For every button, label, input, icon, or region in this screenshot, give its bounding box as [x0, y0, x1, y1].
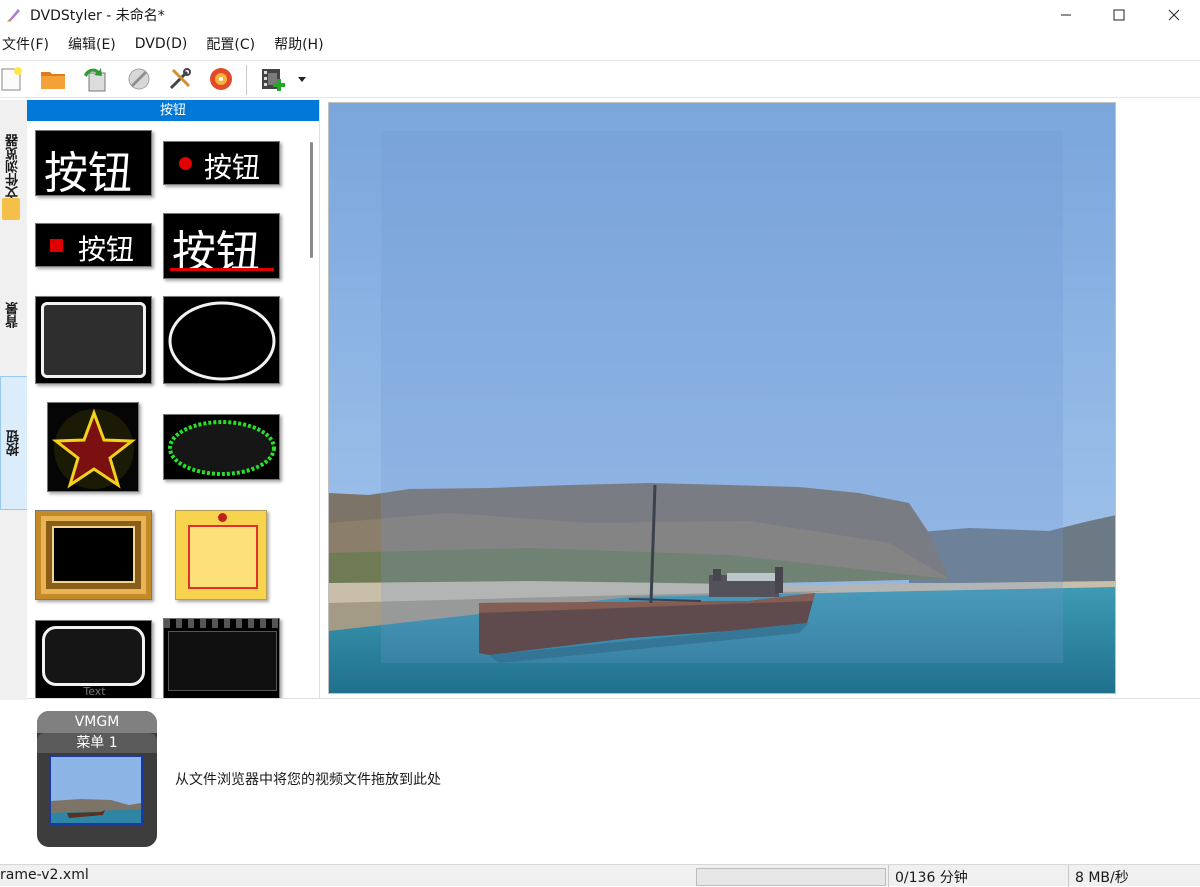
new-project-button[interactable] [0, 64, 26, 94]
button-style-green-ellipse[interactable] [163, 414, 280, 480]
menu-thumbnail-image [51, 757, 141, 823]
pin-icon [218, 513, 227, 522]
star-icon [51, 408, 137, 489]
menu-edit[interactable]: 编辑(E) [66, 34, 125, 54]
menu-file[interactable]: 文件(F) [0, 34, 58, 54]
button-style-text-large[interactable]: 按钮 [35, 130, 152, 196]
wizard-button[interactable] [124, 64, 154, 94]
button-style-label: 按钮 [204, 151, 261, 184]
rounded-box-frame [42, 626, 145, 686]
tab-file-browser-label: 文件浏览器 [6, 133, 21, 199]
open-folder-icon [41, 72, 65, 89]
drop-hint-text: 从文件浏览器中将您的视频文件拖放到此处 [175, 772, 441, 788]
vmgm-container: VMGM 菜单 1 [37, 711, 157, 847]
ellipse-frame-icon [168, 301, 276, 381]
menu-help[interactable]: 帮助(H) [272, 34, 332, 54]
button-style-rounded-rect[interactable] [35, 296, 152, 384]
button-style-sticky-note[interactable] [175, 510, 267, 600]
burn-disc-icon [210, 68, 232, 90]
add-video-button[interactable] [258, 64, 288, 94]
button-style-square-text[interactable]: 按钮 [35, 223, 152, 267]
status-separator [888, 865, 889, 887]
menu-canvas[interactable] [328, 102, 1116, 694]
burn-dvd-button[interactable] [206, 64, 236, 94]
window-title: DVDStyler - 未命名* [30, 8, 165, 24]
button-style-gold-frame[interactable] [35, 510, 152, 600]
status-progress-bar [696, 868, 886, 886]
settings-tools-icon [169, 68, 191, 90]
status-bitrate: 8 MB/秒 [1075, 870, 1129, 886]
status-file-name: rame-v2.xml [0, 867, 89, 883]
button-style-small-label: Text [83, 685, 106, 698]
maximize-button[interactable] [1093, 0, 1145, 30]
add-video-icon [262, 69, 285, 91]
status-separator [1068, 865, 1069, 887]
button-style-rounded-box-text[interactable]: Text [35, 620, 152, 698]
menu-1-thumbnail[interactable] [49, 755, 143, 825]
button-style-ellipse[interactable] [163, 296, 280, 384]
app-icon [7, 9, 20, 22]
close-button[interactable] [1148, 0, 1200, 30]
tab-buttons[interactable]: 按钮 [0, 376, 27, 510]
gold-frame-inner [52, 526, 135, 583]
status-disc-time: 0/136 分钟 [895, 870, 968, 886]
tab-buttons-label: 按钮 [6, 430, 22, 456]
sticky-note-frame [188, 525, 258, 589]
safe-area-overlay [381, 131, 1063, 663]
status-bar: rame-v2.xml 0/136 分钟 8 MB/秒 [0, 864, 1200, 887]
save-icon [84, 68, 106, 92]
film-perforation-top [164, 619, 279, 628]
green-ellipse-icon [168, 420, 276, 476]
button-style-dot-text[interactable]: 按钮 [163, 141, 280, 185]
button-style-label: 按钮 [78, 233, 135, 266]
dropdown-arrow-icon [298, 77, 306, 82]
minimize-icon [1061, 14, 1071, 16]
button-style-film-strip[interactable] [163, 618, 280, 698]
button-panel: 按钮 按钮 按钮 按钮 按钮 Text [27, 100, 320, 698]
open-project-button[interactable] [38, 64, 68, 94]
button-style-underline-text[interactable]: 按钮 [163, 213, 280, 279]
toolbar [0, 60, 1200, 98]
underline-bar [170, 268, 274, 271]
red-square-icon [50, 239, 63, 252]
menu-config[interactable]: 配置(C) [204, 34, 264, 54]
tab-background-label: 背景 [6, 302, 21, 328]
title-bar: DVDStyler - 未命名* [0, 0, 1200, 30]
tab-background[interactable]: 背景 [0, 260, 27, 370]
toolbar-separator [246, 65, 247, 95]
vmgm-label: VMGM [37, 711, 157, 733]
settings-button[interactable] [165, 64, 195, 94]
titleset-area: VMGM 菜单 1 从文件浏览器中将您的视频文件拖放到此处 [27, 698, 1200, 864]
button-style-label: 按钮 [44, 148, 132, 196]
button-style-star[interactable] [47, 402, 139, 492]
minimize-button[interactable] [1040, 0, 1092, 30]
add-video-dropdown[interactable] [292, 64, 312, 94]
panel-scrollbar[interactable] [310, 142, 313, 258]
menu-1-label: 菜单 1 [37, 733, 157, 753]
side-tab-strip: 文件浏览器 背景 按钮 [0, 100, 27, 700]
menu-bar: 文件(F) 编辑(E) DVD(D) 配置(C) 帮助(H) [0, 30, 1200, 58]
new-project-icon [1, 67, 22, 91]
menu-editor-canvas-area [320, 100, 1200, 698]
run-wizard-icon [128, 68, 150, 90]
menu-dvd[interactable]: DVD(D) [133, 36, 197, 52]
panel-header: 按钮 [27, 100, 319, 121]
save-project-button[interactable] [80, 64, 110, 94]
film-frame [168, 631, 277, 691]
maximize-icon [1113, 9, 1125, 21]
rounded-rect-frame [41, 302, 146, 378]
red-dot-icon [179, 157, 192, 170]
folder-icon [2, 198, 20, 220]
close-icon [1168, 9, 1180, 21]
